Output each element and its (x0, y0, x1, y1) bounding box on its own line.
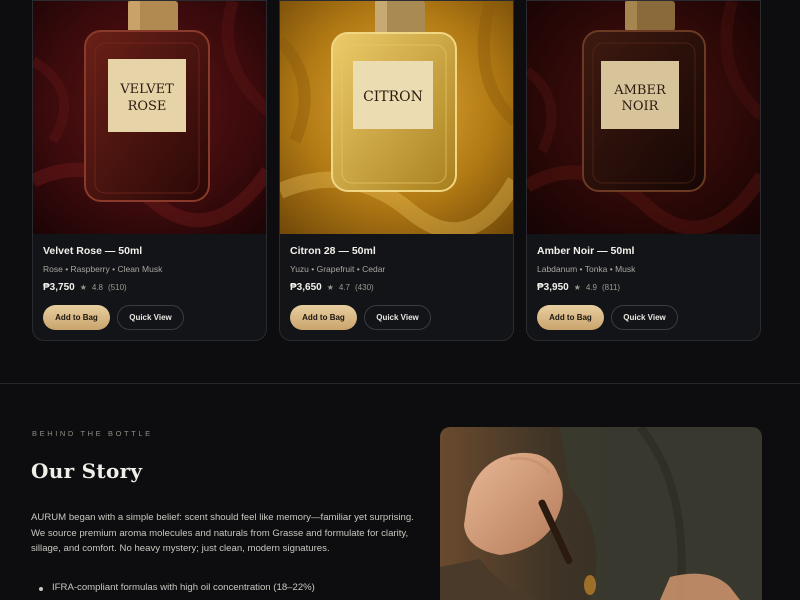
quick-view-button[interactable]: Quick View (611, 305, 678, 330)
add-to-bag-button[interactable]: Add to Bag (43, 305, 110, 330)
review-count: (811) (602, 283, 621, 292)
add-to-bag-button[interactable]: Add to Bag (537, 305, 604, 330)
product-rating: 4.7 (338, 283, 350, 292)
product-title[interactable]: Velvet Rose — 50ml (43, 245, 256, 258)
product-image[interactable]: AMBER NOIR (527, 1, 760, 234)
review-count: (510) (108, 283, 127, 292)
product-rating: 4.9 (585, 283, 597, 292)
bottle-label-line1: AMBER (613, 83, 667, 98)
star-icon: ★ (573, 283, 581, 292)
bottle-label-line1: VELVET (119, 82, 174, 97)
product-card[interactable]: AMBER NOIR Amber Noir — 50ml Labdanum • … (526, 0, 761, 341)
quick-view-button[interactable]: Quick View (364, 305, 431, 330)
add-to-bag-button[interactable]: Add to Bag (290, 305, 357, 330)
story-image (440, 427, 762, 600)
section-title: Our Story (31, 459, 143, 483)
product-price: ₱3,750 (43, 282, 75, 293)
product-card[interactable]: VELVET ROSE Velvet Rose — 50ml Rose • Ra… (32, 0, 267, 341)
product-price: ₱3,950 (537, 282, 569, 293)
story-bullets: IFRA-compliant formulas with high oil co… (39, 582, 315, 593)
star-icon: ★ (79, 283, 87, 292)
product-title[interactable]: Amber Noir — 50ml (537, 245, 750, 258)
product-notes: Labdanum • Tonka • Musk (537, 264, 636, 274)
bottle-label-line2: NOIR (622, 99, 660, 114)
product-price: ₱3,650 (290, 282, 322, 293)
product-image[interactable]: VELVET ROSE (33, 1, 266, 234)
list-item: IFRA-compliant formulas with high oil co… (39, 582, 315, 593)
review-count: (430) (355, 283, 374, 292)
product-rating: 4.8 (91, 283, 103, 292)
product-grid: VELVET ROSE Velvet Rose — 50ml Rose • Ra… (32, 0, 762, 341)
section-eyebrow: BEHIND THE BOTTLE (32, 429, 153, 438)
story-paragraph: AURUM began with a simple belief: scent … (31, 512, 414, 554)
section-divider (0, 383, 800, 384)
quick-view-button[interactable]: Quick View (117, 305, 184, 330)
product-notes: Rose • Raspberry • Clean Musk (43, 264, 163, 274)
product-image[interactable]: CITRON (280, 1, 513, 234)
star-icon: ★ (326, 283, 334, 292)
product-card[interactable]: CITRON Citron 28 — 50ml Yuzu • Grapefrui… (279, 0, 514, 341)
bottle-label-line2: ROSE (128, 99, 167, 114)
product-notes: Yuzu • Grapefruit • Cedar (290, 264, 386, 274)
product-title[interactable]: Citron 28 — 50ml (290, 245, 503, 258)
bottle-label-line1: CITRON (363, 89, 423, 105)
